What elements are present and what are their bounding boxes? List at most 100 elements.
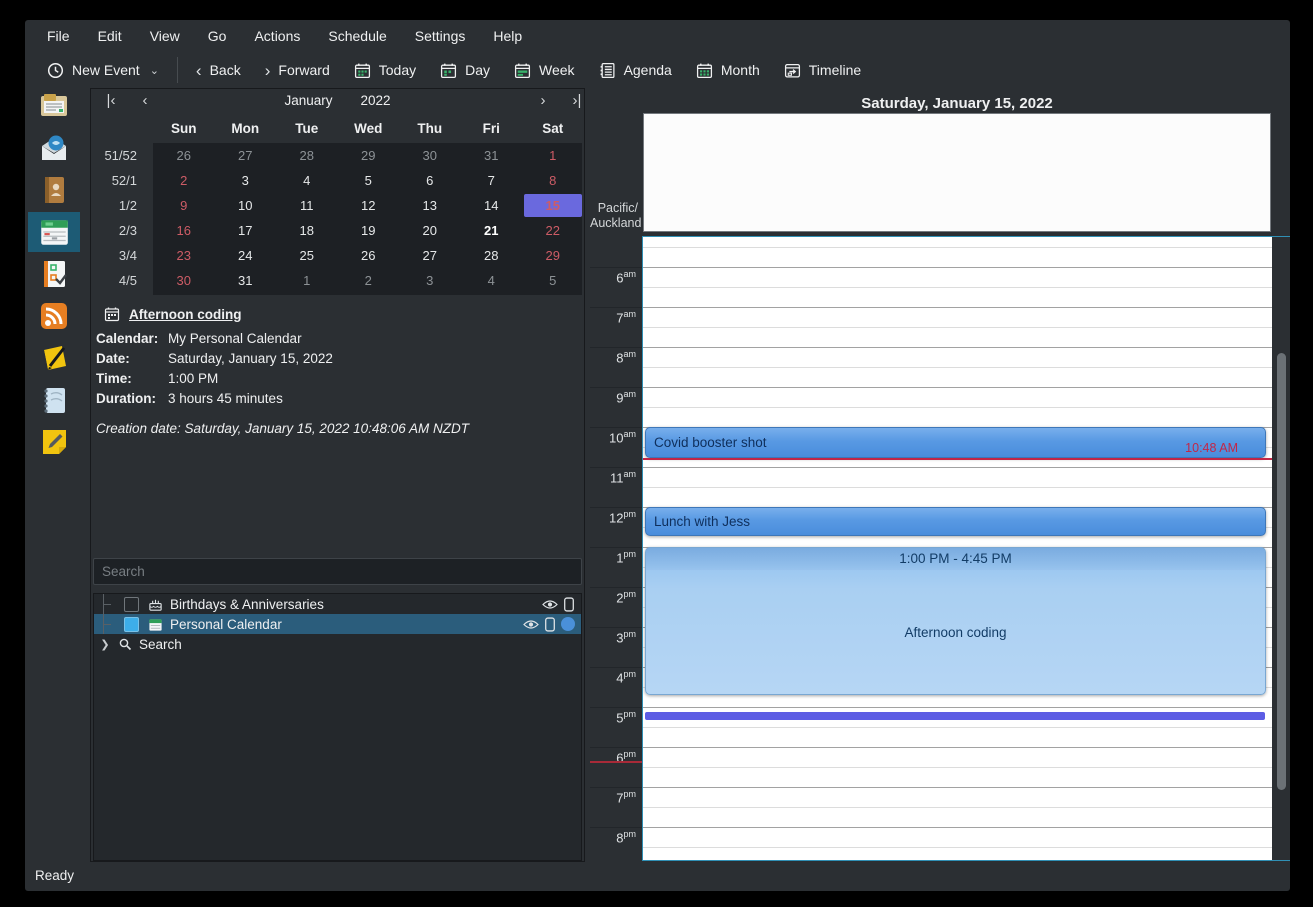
week-number[interactable]: 2/3 — [91, 218, 153, 243]
date-cell[interactable]: 3 — [399, 268, 461, 293]
menu-view[interactable]: View — [136, 20, 194, 52]
date-cell[interactable]: 4 — [276, 168, 338, 193]
date-cell[interactable]: 29 — [338, 143, 400, 168]
date-cell[interactable]: 10 — [215, 193, 277, 218]
menu-file[interactable]: File — [33, 20, 84, 52]
date-cell[interactable]: 28 — [461, 243, 523, 268]
week-number[interactable]: 3/4 — [91, 243, 153, 268]
date-cell[interactable]: 30 — [153, 268, 215, 293]
agenda-scrollbar[interactable] — [1272, 237, 1290, 860]
sidebar-item-calendar[interactable] — [28, 212, 80, 252]
date-cell[interactable]: 31 — [215, 268, 277, 293]
menu-edit[interactable]: Edit — [84, 20, 136, 52]
date-cell[interactable]: 14 — [461, 193, 523, 218]
date-cell[interactable]: 7 — [461, 168, 523, 193]
month-button[interactable]: January — [284, 93, 332, 108]
scrollbar-thumb[interactable] — [1277, 353, 1286, 790]
visibility-eye-icon[interactable] — [523, 618, 539, 631]
date-cell[interactable]: 13 — [399, 193, 461, 218]
search-input[interactable] — [93, 558, 582, 585]
date-cell[interactable]: 19 — [338, 218, 400, 243]
date-cell[interactable]: 21 — [461, 218, 523, 243]
agenda-event[interactable]: Covid booster shot — [645, 427, 1266, 458]
agenda-event[interactable]: Lunch with Jess — [645, 507, 1266, 536]
date-cell[interactable]: 12 — [338, 193, 400, 218]
all-day-area[interactable] — [643, 113, 1271, 232]
birthdays-checkbox[interactable] — [124, 597, 139, 612]
date-cell[interactable]: 15 — [524, 194, 582, 217]
visibility-eye-icon[interactable] — [542, 598, 558, 611]
agenda-grid[interactable]: Covid booster shot Lunch with Jess 1:00 PM… — [643, 237, 1272, 860]
event-title-link[interactable]: Afternoon coding — [129, 307, 241, 322]
date-cell[interactable]: 1 — [522, 143, 584, 168]
new-event-button[interactable]: New Event ⌄ — [35, 55, 171, 85]
date-cell[interactable]: 28 — [276, 143, 338, 168]
sidebar-item-summary[interactable] — [28, 86, 80, 126]
date-cell[interactable]: 24 — [215, 243, 277, 268]
date-cell[interactable]: 4 — [461, 268, 523, 293]
date-cell[interactable]: 23 — [153, 243, 215, 268]
personal-checkbox[interactable] — [124, 617, 139, 632]
date-cell[interactable]: 30 — [399, 143, 461, 168]
week-number[interactable]: 51/52 — [91, 143, 153, 168]
date-cell[interactable]: 26 — [153, 143, 215, 168]
menu-schedule[interactable]: Schedule — [314, 20, 400, 52]
day-view-button[interactable]: Day — [428, 55, 502, 85]
week-number[interactable]: 52/1 — [91, 168, 153, 193]
date-cell[interactable]: 25 — [276, 243, 338, 268]
date-cell[interactable]: 18 — [276, 218, 338, 243]
sidebar-item-todo[interactable] — [28, 254, 80, 294]
date-cell[interactable]: 16 — [153, 218, 215, 243]
menu-help[interactable]: Help — [479, 20, 536, 52]
date-cell[interactable]: 27 — [215, 143, 277, 168]
agenda-event[interactable]: 1:00 PM - 4:45 PMAfternoon coding — [645, 547, 1266, 695]
calendar-row-birthdays[interactable]: Birthdays & Anniversaries — [94, 594, 581, 614]
device-icon[interactable] — [544, 617, 556, 632]
today-button[interactable]: Today — [342, 55, 428, 85]
week-number[interactable]: 1/2 — [91, 193, 153, 218]
date-cell[interactable]: 3 — [215, 168, 277, 193]
expander-chevron-icon[interactable]: ❯ — [98, 638, 112, 651]
sidebar-item-contacts[interactable] — [28, 170, 80, 210]
date-cell[interactable]: 1 — [276, 268, 338, 293]
next-month-button[interactable]: › — [531, 92, 555, 109]
device-icon[interactable] — [563, 597, 575, 612]
date-cell[interactable]: 22 — [522, 218, 584, 243]
menu-actions[interactable]: Actions — [240, 20, 314, 52]
year-button[interactable]: 2022 — [360, 93, 390, 108]
week-view-button[interactable]: Week — [502, 55, 587, 85]
menu-settings[interactable]: Settings — [401, 20, 480, 52]
date-cell[interactable]: 29 — [522, 243, 584, 268]
day-header: Wed — [338, 117, 400, 143]
date-cell[interactable]: 31 — [461, 143, 523, 168]
calendar-color-swatch[interactable] — [561, 617, 575, 631]
date-cell[interactable]: 20 — [399, 218, 461, 243]
month-view-button[interactable]: Month — [684, 55, 772, 85]
date-cell[interactable]: 6 — [399, 168, 461, 193]
date-cell[interactable]: 2 — [153, 168, 215, 193]
sidebar-item-sticky-notes[interactable] — [28, 422, 80, 462]
week-number[interactable]: 4/5 — [91, 268, 153, 293]
calendar-row-search[interactable]: ❯ Search — [94, 634, 581, 654]
menu-go[interactable]: Go — [194, 20, 241, 52]
date-cell[interactable]: 8 — [522, 168, 584, 193]
date-cell[interactable]: 27 — [399, 243, 461, 268]
agenda-selection-marker[interactable] — [645, 712, 1265, 720]
agenda-view-button[interactable]: Agenda — [587, 55, 684, 85]
sidebar-item-notes[interactable] — [28, 380, 80, 420]
forward-button[interactable]: › Forward — [253, 55, 342, 85]
timeline-view-button[interactable]: Timeline — [772, 55, 873, 85]
next-year-button[interactable]: ›| — [565, 92, 589, 109]
date-cell[interactable]: 9 — [153, 193, 215, 218]
date-cell[interactable]: 17 — [215, 218, 277, 243]
back-button[interactable]: ‹ Back — [184, 55, 253, 85]
sidebar-item-feeds[interactable] — [28, 296, 80, 336]
date-cell[interactable]: 26 — [338, 243, 400, 268]
date-cell[interactable]: 5 — [338, 168, 400, 193]
date-cell[interactable]: 2 — [338, 268, 400, 293]
date-cell[interactable]: 11 — [276, 193, 338, 218]
sidebar-item-journal[interactable] — [28, 338, 80, 378]
sidebar-item-mail[interactable] — [28, 128, 80, 168]
calendar-row-personal[interactable]: Personal Calendar — [94, 614, 581, 634]
date-cell[interactable]: 5 — [522, 268, 584, 293]
